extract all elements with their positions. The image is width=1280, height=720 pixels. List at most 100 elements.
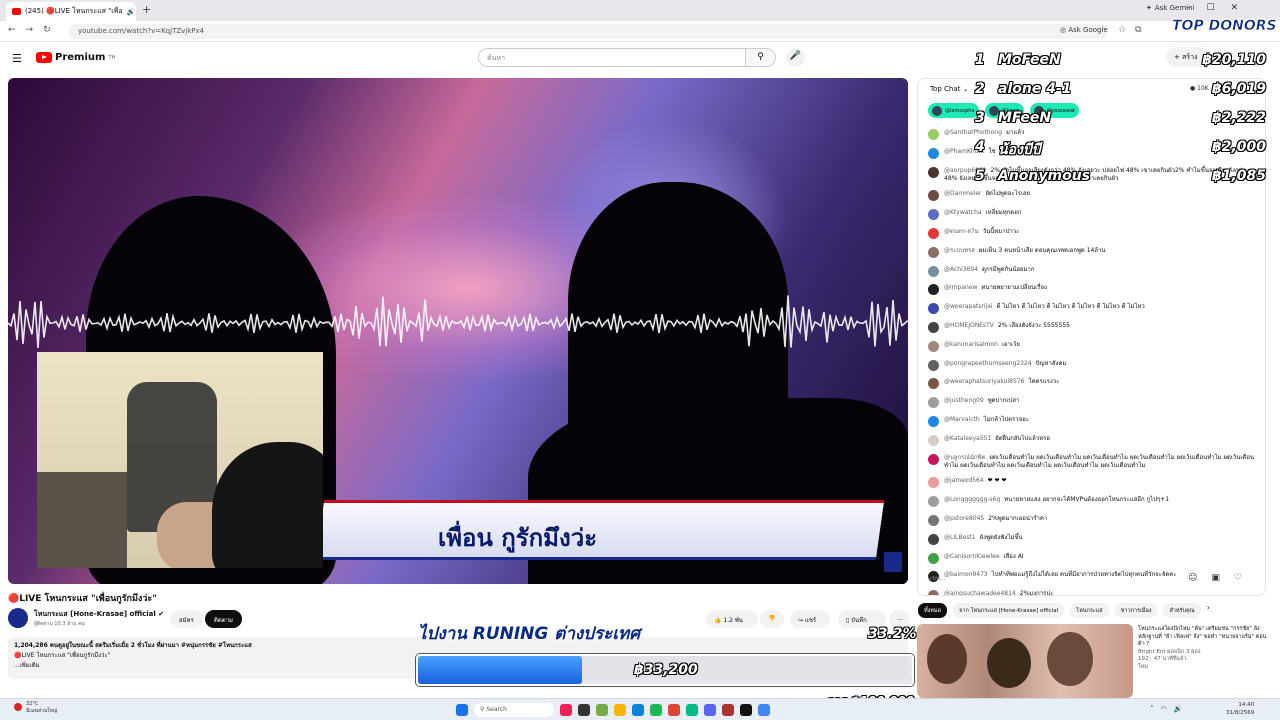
chat-author[interactable]: @jamexd564	[944, 477, 984, 484]
avatar[interactable]	[928, 227, 939, 239]
url-bar[interactable]: youtube.com/watch?v=KqjTZvjkPx4	[68, 24, 1108, 39]
taskbar-search[interactable]: ⚲ Search	[474, 703, 554, 717]
chrome-icon[interactable]	[668, 704, 680, 716]
start-icon[interactable]	[456, 704, 468, 716]
youtube-logo[interactable]: Premium TH	[36, 52, 115, 63]
chat-author[interactable]: @Achi3694	[944, 266, 978, 273]
video-player[interactable]: เพื่อน กูรักมึงว่ะ	[8, 78, 908, 584]
search-input[interactable]: ค้นหา	[478, 48, 746, 67]
wifi-icon[interactable]: ◠	[1161, 705, 1167, 713]
file-explorer-icon[interactable]	[614, 704, 626, 716]
avatar[interactable]	[928, 477, 939, 489]
channel-name[interactable]: โหนกระแส [Hone-Krasae] official ✔	[34, 609, 164, 620]
recommended-video-info[interactable]: โหนกระแสโผงปักไหม "ต้น" เตรียมชน "กรรชัย…	[1138, 626, 1268, 671]
minimize-button[interactable]: –	[1186, 3, 1191, 13]
clock[interactable]: 14:40 31/8/2569	[1226, 701, 1254, 717]
chat-author[interactable]: @baimon9473	[944, 571, 988, 578]
microphone-icon[interactable]: 🎤	[786, 48, 805, 67]
avatar[interactable]	[928, 397, 939, 409]
avatar[interactable]	[928, 340, 939, 352]
chat-author[interactable]: @pstore8045	[944, 515, 984, 522]
recommended-video-thumbnail[interactable]	[917, 624, 1133, 698]
chrome-active-icon[interactable]	[758, 704, 770, 716]
chat-author[interactable]: @Marvaicth	[944, 416, 980, 423]
speaker-icon[interactable]: 🔊	[127, 8, 136, 16]
app-icon[interactable]	[686, 704, 698, 716]
chat-author[interactable]: @CanisornKiewlee	[944, 553, 1000, 560]
join-button[interactable]: สมัคร	[170, 610, 203, 628]
super-chat-icon[interactable]: ▣	[1211, 573, 1220, 583]
chat-author[interactable]: @SanthatPhothong	[944, 129, 1002, 136]
chat-author[interactable]: @ดนตร-ส7ม	[944, 228, 979, 235]
chip-for-you[interactable]: สำหรับคุณ	[1163, 603, 1201, 618]
bookmark-icon[interactable]: ☆	[1118, 25, 1126, 35]
back-icon[interactable]: ←	[8, 25, 16, 35]
chat-author[interactable]: @LILBest1	[944, 534, 976, 541]
chat-author[interactable]: @ระบบทรส	[944, 247, 975, 254]
avatar[interactable]	[928, 166, 939, 178]
avatar[interactable]	[928, 514, 939, 526]
chevron-right-icon[interactable]: ›	[1207, 603, 1210, 618]
chevron-up-icon[interactable]: ˄	[1150, 705, 1154, 713]
share-button[interactable]: ↪ แชร์	[790, 610, 830, 628]
avatar[interactable]	[928, 303, 939, 315]
chat-author[interactable]: @weerapatsrijai	[944, 303, 993, 310]
chat-mode-dropdown[interactable]: Top Chat ⌄	[930, 85, 969, 93]
discord-icon[interactable]	[704, 704, 716, 716]
chat-author[interactable]: @HOMEJONEsTV	[944, 322, 994, 329]
avatar[interactable]	[928, 415, 939, 427]
app-icon[interactable]	[650, 704, 662, 716]
dislike-button[interactable]: 👎	[760, 610, 784, 628]
avatar[interactable]	[928, 590, 939, 595]
avatar[interactable]	[928, 284, 939, 296]
browser-tab[interactable]: (245) 🔴LIVE โหนกระแส "เพื่อ 🔊 ✕	[6, 2, 136, 21]
weather-widget[interactable]: 32°C มีเมฆส่วนใหญ่	[14, 701, 57, 715]
avatar[interactable]	[928, 533, 939, 545]
avatar[interactable]	[928, 129, 939, 140]
chat-author[interactable]: @Longgggggg-s6g	[944, 496, 1000, 503]
search-icon[interactable]: ⚲	[746, 48, 776, 67]
menu-icon[interactable]: ☰	[12, 52, 22, 65]
extensions-icon[interactable]: ⧉	[1135, 25, 1141, 35]
subscribe-button[interactable]: ติดตาม	[205, 610, 243, 628]
avatar[interactable]	[928, 359, 939, 371]
chip-all[interactable]: ทั้งหมด	[918, 603, 948, 618]
avatar[interactable]	[928, 209, 939, 221]
avatar[interactable]	[928, 321, 939, 333]
chip-honekrasae[interactable]: โหนกระแส	[1070, 603, 1109, 618]
heart-icon[interactable]: ♡	[1234, 573, 1242, 583]
avatar[interactable]	[928, 265, 939, 277]
chat-author[interactable]: @impanew	[944, 284, 977, 291]
chat-author[interactable]: @aingsuchawadee4814	[944, 590, 1016, 595]
chat-author[interactable]: @Ktywatcha	[944, 209, 982, 216]
avatar[interactable]	[928, 453, 939, 465]
close-window-button[interactable]: ✕	[1231, 3, 1239, 13]
avatar[interactable]	[928, 246, 939, 258]
reload-icon[interactable]: ↻	[43, 25, 51, 35]
chat-author[interactable]: @weeraphatsuriyakul8576	[944, 378, 1024, 385]
avatar[interactable]	[928, 552, 939, 564]
chip-from-channel[interactable]: จาก โหนกระแส [Hone-Krasae] official	[953, 603, 1065, 618]
chat-author[interactable]: @Dammeler	[944, 190, 982, 197]
edge-icon[interactable]	[632, 704, 644, 716]
chat-author[interactable]: @บลูกรณ์นักพิต	[944, 454, 986, 461]
app-icon[interactable]	[722, 704, 734, 716]
avatar[interactable]	[928, 190, 939, 202]
chat-author[interactable]: @Kataleeya551	[944, 435, 991, 442]
channel-avatar[interactable]	[8, 608, 28, 628]
app-icon[interactable]	[560, 704, 572, 716]
copilot-icon[interactable]	[596, 704, 608, 716]
chat-input[interactable]: แชท...	[928, 573, 946, 583]
pinned-chip[interactable]: @lamsupha	[928, 103, 979, 118]
capcut-icon[interactable]	[740, 704, 752, 716]
chat-author[interactable]: @kanimarisalmon	[944, 341, 998, 348]
task-view-icon[interactable]	[578, 704, 590, 716]
avatar[interactable]	[928, 378, 939, 390]
chip-politics[interactable]: ข่าวการเมือง	[1114, 603, 1158, 618]
volume-icon[interactable]: 🔊	[1174, 705, 1183, 713]
ask-google-button[interactable]: ◎ Ask Google	[1060, 26, 1108, 34]
new-tab-button[interactable]: +	[142, 3, 151, 16]
avatar[interactable]	[928, 147, 939, 159]
avatar[interactable]	[928, 434, 939, 446]
avatar[interactable]	[928, 496, 939, 508]
